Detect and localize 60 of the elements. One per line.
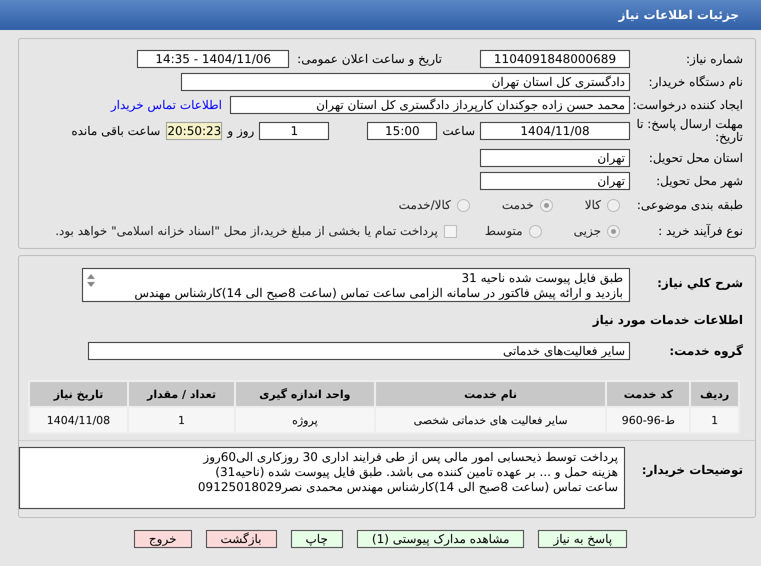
field-label: طبقه بندی موضوعی: xyxy=(636,198,744,212)
table-cell: 1 xyxy=(128,407,236,433)
field-label: ایجاد کننده درخواست: xyxy=(631,98,744,112)
option-label: خدمت xyxy=(502,198,534,212)
option-label: کالا/خدمت xyxy=(398,198,451,212)
radio-button[interactable] xyxy=(456,198,470,212)
table-cell: 1404/11/08 xyxy=(29,407,128,433)
radio-button[interactable] xyxy=(607,198,620,212)
input-field[interactable]: سایر فعالیت‌های خدماتی xyxy=(88,342,630,360)
field-label: ساعت باقی مانده xyxy=(71,124,160,138)
input-field[interactable]: 1 xyxy=(259,122,330,140)
field-label: نوع فرآیند خرید : xyxy=(657,224,744,238)
action-button[interactable]: بازگشت xyxy=(206,530,276,548)
radio-button[interactable] xyxy=(607,224,620,238)
column-header: ردیف xyxy=(690,381,739,407)
action-button[interactable]: پاسخ به نیاز xyxy=(538,530,628,548)
checkbox[interactable] xyxy=(444,224,457,238)
input-field[interactable]: تهران xyxy=(480,172,630,190)
option-label: متوسط xyxy=(484,224,523,238)
input-field[interactable]: 1104091848000689 xyxy=(480,50,630,68)
column-header: تاریخ نیاز xyxy=(29,381,128,407)
contact-link[interactable]: اطلاعات تماس خریدار xyxy=(110,98,222,112)
description-field[interactable]: طبق فایل پیوست شده ناحیه 31 بازدید و ارائه پیش فاکتور در سامانه الزامی ساعت تماس (ساعت 8صبح الی 14)کارشناس مهندس xyxy=(82,268,630,302)
table-cell: ط-96-960 xyxy=(606,407,690,433)
field-label: شرح کلي نياز: xyxy=(656,275,744,290)
table-cell: پروژه xyxy=(235,407,375,433)
field-label: ساعت xyxy=(442,124,475,138)
field-label: مهلت ارسال پاسخ: تا تاریخ: xyxy=(635,118,744,144)
table-cell: سایر فعالیت های خدماتی شخصی xyxy=(374,407,606,433)
option-label: جزیی xyxy=(574,224,601,238)
input-field[interactable]: دادگستری کل استان تهران xyxy=(181,72,630,90)
option-label: کالا xyxy=(584,198,601,212)
table-cell: 1 xyxy=(690,407,739,433)
input-field[interactable]: 1404/11/08 xyxy=(480,122,630,140)
column-header: نام خدمت xyxy=(374,381,606,407)
field-label: شماره نیاز: xyxy=(685,52,744,66)
field-label: گروه خدمت: xyxy=(668,344,744,358)
field-label: شهر محل تحویل: xyxy=(655,174,744,188)
field-label: روز و xyxy=(227,124,254,138)
page-title: جزئیات اطلاعات نیاز xyxy=(0,0,761,30)
field-label: نام دستگاه خریدار: xyxy=(648,74,744,88)
field-label: استان محل تحویل: xyxy=(648,150,744,164)
column-header: واحد اندازه گیری xyxy=(235,381,375,407)
column-header: تعداد / مقدار xyxy=(128,381,236,407)
input-field[interactable]: 15:00 xyxy=(367,122,438,140)
input-field[interactable]: 1404/11/06 - 14:35 xyxy=(137,50,290,68)
action-button[interactable]: خروج xyxy=(134,530,192,548)
radio-button[interactable] xyxy=(540,198,553,212)
checkbox-label: پرداخت تمام یا بخشی از مبلغ خرید،از محل "اسناد خزانه اسلامی" خواهد بود. xyxy=(55,224,438,238)
input-field[interactable]: تهران xyxy=(480,148,630,166)
column-header: کد خدمت xyxy=(606,381,690,407)
field-label: توضیحات خریدار: xyxy=(640,462,744,478)
input-field[interactable]: محمد حسن زاده جوکندان کارپرداز دادگستری کل استان تهران xyxy=(230,96,630,114)
action-button[interactable]: چاپ xyxy=(290,530,343,548)
section-title: اطلاعات خدمات مورد نیاز xyxy=(592,313,744,327)
action-button[interactable]: مشاهده مدارک پیوستی (1) xyxy=(356,530,524,548)
countdown-field: 20:50:23 xyxy=(166,122,222,140)
radio-button[interactable] xyxy=(528,224,542,238)
field-label: تاریخ و ساعت اعلان عمومی: xyxy=(297,52,442,66)
notes-field[interactable]: پرداخت توسط ذیحسابی امور مالی پس از طی فرایند اداری 30 روزکاری الی60روز هزینه حمل و ... بر عهده تامین کننده می باشد. طبق فایل پیوست شده (ناحیه31) ساعت تماس (ساعت 8صبح الی 14)کارشناس مهندس محمدی نصر09125018029 xyxy=(19,447,625,509)
